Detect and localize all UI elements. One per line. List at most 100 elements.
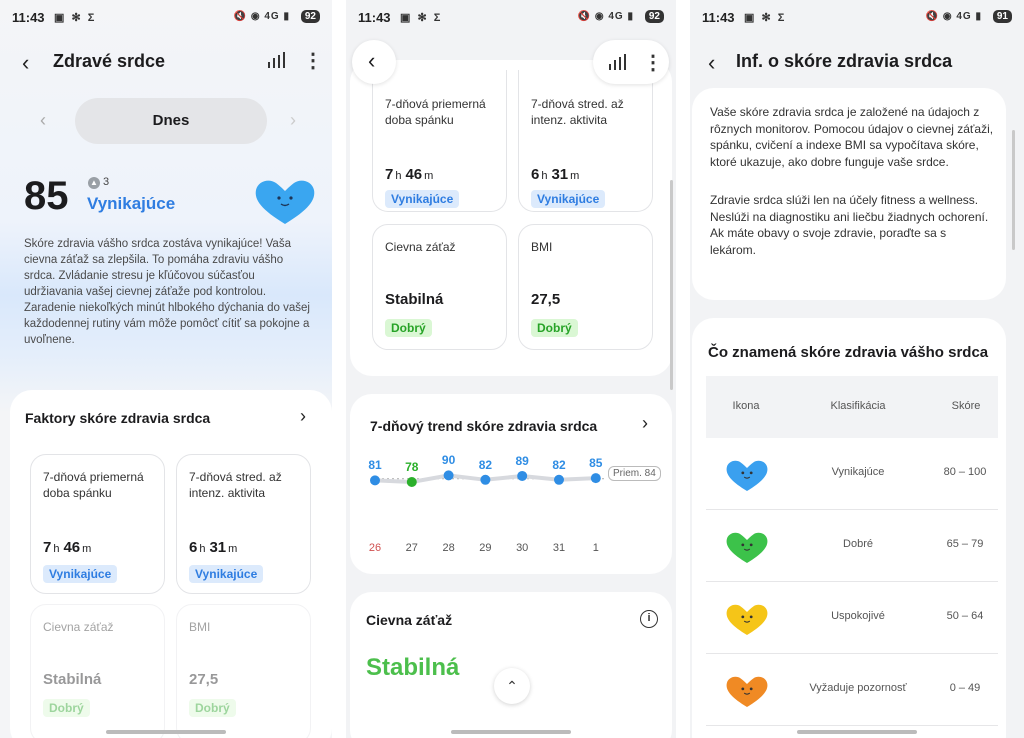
bmi-tile[interactable]: BMI 27,5 Dobrý <box>176 604 311 738</box>
chevron-right-icon[interactable]: › <box>300 406 306 427</box>
tile-value: 6 h 31 m <box>531 166 580 183</box>
status-time: 11:43 <box>702 10 735 25</box>
screen-score-info: 11:43 ▣ ✻ Σ 🔇 ◉ 4G ▮ 91 ‹ Inf. o skóre z… <box>690 0 1024 738</box>
tile-value: 6 h 31 m <box>189 539 238 556</box>
heart-icon <box>726 532 768 564</box>
vascular-title: Cievna záťaž <box>366 612 453 628</box>
sleep-tile[interactable]: 7-dňová priemerná doba spánku 7 h 46 m Vyni… <box>372 70 507 212</box>
trend-day: 30 <box>516 542 529 554</box>
status-badge: Dobrý <box>385 319 432 337</box>
tile-value: Stabilná <box>43 671 102 688</box>
sleep-tile[interactable]: 7-dňová priemerná doba spánku 7 h 46 m Vyni… <box>30 454 165 594</box>
heart-icon <box>726 604 768 636</box>
tile-value: 27,5 <box>531 291 561 308</box>
status-badge: Vynikajúce <box>531 190 606 208</box>
col-score: Skóre <box>951 400 981 412</box>
blue-heart-icon <box>255 180 315 224</box>
vascular-card: Cievna záťaž i Stabilná <box>350 592 672 738</box>
trend-point[interactable] <box>480 474 491 485</box>
status-badge: Dobrý <box>531 319 578 337</box>
activity-tile[interactable]: 7-dňová stred. až intenz. aktivita 6 h 31 m… <box>176 454 311 594</box>
page-title: Zdravé srdce <box>53 51 166 71</box>
vascular-status: Stabilná <box>366 654 460 681</box>
more-options-icon[interactable]: ⋮ <box>643 50 663 75</box>
status-time: 11:43 <box>358 10 391 25</box>
table-row: Uspokojivé 50 – 64 <box>706 582 998 654</box>
score-range: 50 – 64 <box>946 610 984 622</box>
tile-label: 7-dňová priemerná doba spánku <box>385 97 486 127</box>
meaning-title: Čo znamená skóre zdravia vášho srdca <box>708 344 989 361</box>
status-badge: Vynikajúce <box>189 565 264 583</box>
trend-day: 28 <box>442 542 455 554</box>
trend-day: 1 <box>592 542 599 554</box>
scroll-to-top-button[interactable]: ⌃ <box>494 668 530 704</box>
screen-heart-health: 11:43 ▣ ✻ Σ 🔇 ◉ 4G ▮ 92 ‹ Zdravé srdce ⋮… <box>0 0 332 738</box>
tile-value: 7 h 46 m <box>385 166 434 183</box>
date-selector[interactable]: Dnes <box>75 98 267 144</box>
trend-day: 29 <box>479 542 492 554</box>
back-icon[interactable]: ‹ <box>708 50 715 76</box>
battery-icon: 91 <box>992 10 1012 23</box>
activity-tile[interactable]: 7-dňová stred. až intenz. aktivita 6 h 31 m… <box>518 70 653 212</box>
trend-card[interactable]: 7-dňový trend skóre zdravia srdca › 81 26… <box>350 394 672 574</box>
heart-score: 85 <box>24 174 69 218</box>
vascular-tile[interactable]: Cievna záťaž Stabilná Dobrý <box>30 604 165 738</box>
scrollbar[interactable] <box>670 180 673 390</box>
score-range: 0 – 49 <box>949 682 981 694</box>
gesture-bar <box>451 730 571 734</box>
score-change: ▲ 3 <box>88 176 109 189</box>
app-bar: ‹ Zdravé srdce ⋮ <box>0 44 332 80</box>
table-header: Ikona Klasifikácia Skóre <box>706 376 998 438</box>
signal-bars-icon[interactable] <box>268 52 286 68</box>
status-bar: 11:43 ▣ ✻ Σ 🔇 ◉ 4G ▮ 92 <box>358 10 664 26</box>
trend-point[interactable] <box>517 470 528 481</box>
disclaimer-paragraph: Zdravie srdca slúži len na účely fitness… <box>710 193 989 257</box>
back-button[interactable]: ‹ <box>352 40 396 84</box>
signal-bars-icon[interactable] <box>609 54 627 70</box>
classification-label: Vyžaduje pozornosť <box>809 682 907 694</box>
app-bar: ‹ Inf. o skóre zdravia srdca <box>690 44 1024 80</box>
status-bar: 11:43 ▣ ✻ Σ 🔇 ◉ 4G ▮ 91 <box>702 10 1012 26</box>
tile-label: BMI <box>189 620 211 634</box>
trend-value: 81 <box>368 458 382 473</box>
heart-icon <box>726 676 768 708</box>
system-icons: 🔇 ◉ 4G ▮ <box>925 11 982 22</box>
system-icons: 🔇 ◉ 4G ▮ <box>577 11 634 22</box>
table-row: Vynikajúce 80 – 100 <box>706 438 998 510</box>
info-icon[interactable]: i <box>640 610 658 628</box>
back-icon[interactable]: ‹ <box>22 50 29 76</box>
status-badge: Vynikajúce <box>43 565 118 583</box>
chevron-up-icon: ⌃ <box>506 678 518 694</box>
chevron-left-icon[interactable]: ‹ <box>40 110 46 131</box>
system-icons: 🔇 ◉ 4G ▮ <box>233 11 290 22</box>
vascular-tile[interactable]: Cievna záťaž Stabilná Dobrý <box>372 224 507 350</box>
bmi-tile[interactable]: BMI 27,5 Dobrý <box>518 224 653 350</box>
trend-day: 27 <box>405 542 418 554</box>
tile-label: 7-dňová stred. až intenz. aktivita <box>531 97 624 127</box>
scrollbar[interactable] <box>1012 130 1015 250</box>
score-description: Skóre zdravia vášho srdca zostáva vynika… <box>24 238 310 346</box>
trend-point[interactable] <box>370 475 380 486</box>
notification-icons: ▣ ✻ Σ <box>400 12 443 24</box>
tile-label: 7-dňová priemerná doba spánku <box>43 470 144 500</box>
trend-point[interactable] <box>590 473 601 484</box>
average-label: Priem. 84 <box>608 466 661 481</box>
status-badge: Dobrý <box>189 699 236 717</box>
status-bar: 11:43 ▣ ✻ Σ 🔇 ◉ 4G ▮ 92 <box>12 10 320 26</box>
trend-value: 78 <box>405 460 419 474</box>
score-range: 65 – 79 <box>946 538 984 550</box>
battery-icon: 92 <box>300 10 320 23</box>
trend-day: 31 <box>552 542 566 554</box>
trend-value: 82 <box>552 457 566 472</box>
chevron-right-icon[interactable]: › <box>290 110 296 131</box>
trend-point[interactable] <box>406 477 417 487</box>
more-options-icon[interactable]: ⋮ <box>303 48 323 73</box>
tile-value: 7 h 46 m <box>43 539 92 556</box>
trend-point[interactable] <box>554 474 564 485</box>
toolbar-actions: ⋮ <box>593 40 669 84</box>
trend-value: 85 <box>589 456 603 471</box>
trend-point[interactable] <box>443 470 454 481</box>
screen-heart-health-scrolled: 11:43 ▣ ✻ Σ 🔇 ◉ 4G ▮ 92 7-dňová priemern… <box>346 0 676 738</box>
notification-icons: ▣ ✻ Σ <box>54 12 97 24</box>
info-card: Vaše skóre zdravia srdca je založené na … <box>692 88 1006 300</box>
